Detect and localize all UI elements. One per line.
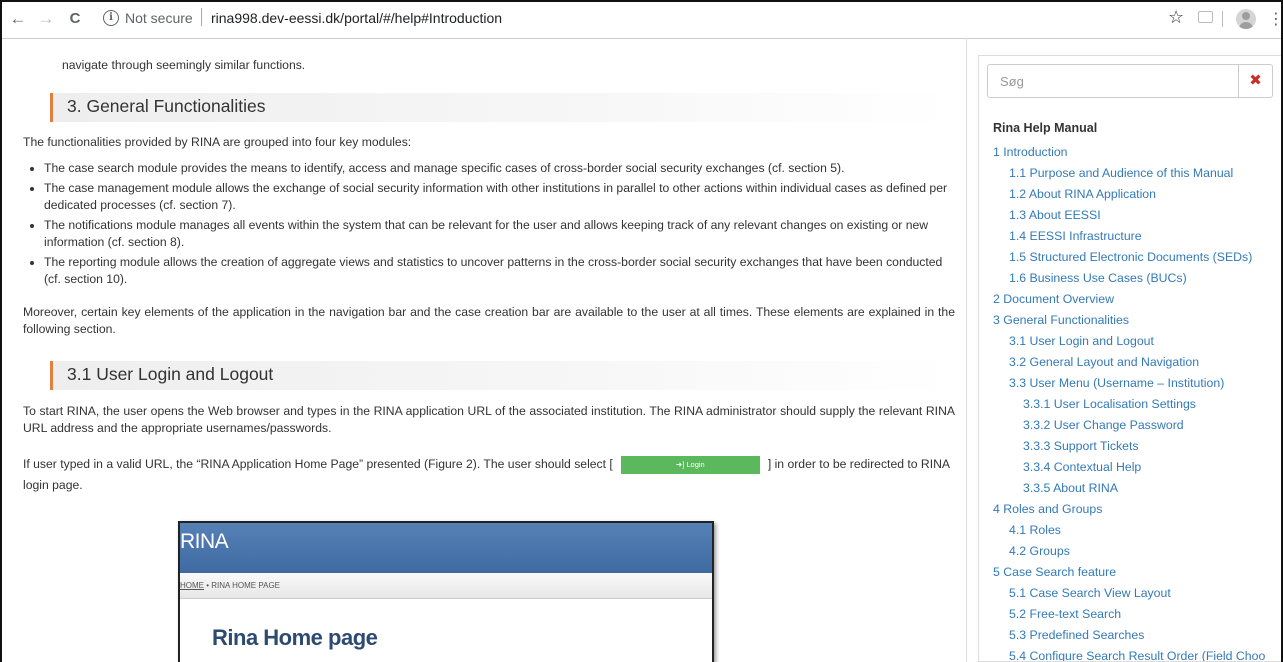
figure-crumb-home: HOME (180, 581, 204, 590)
toc-link[interactable]: 3.3 User Menu (Username – Institution) (993, 373, 1265, 394)
security-label[interactable]: Not secure (125, 10, 193, 26)
toc-link[interactable]: 3.3.2 User Change Password (993, 415, 1265, 436)
moreover-paragraph: Moreover, certain key elements of the ap… (23, 305, 955, 336)
toc-link[interactable]: 1 Introduction (993, 142, 1265, 163)
toc-link[interactable]: 3.3.5 About RINA (993, 478, 1265, 499)
login-paragraph: To start RINA, the user opens the Web br… (23, 404, 955, 435)
toolbar-separator (1222, 11, 1223, 27)
toc-link[interactable]: 3 General Functionalities (993, 310, 1265, 331)
figure-header: RINA (180, 523, 712, 573)
section-3-1-heading: 3.1 User Login and Logout (50, 361, 950, 390)
table-of-contents: 1 Introduction 1.1 Purpose and Audience … (993, 142, 1265, 661)
url-text[interactable]: rina998.dev-eessi.dk/portal/#/help#Intro… (211, 10, 502, 26)
toc-link[interactable]: 3.3.3 Support Tickets (993, 436, 1265, 457)
toc-title: Rina Help Manual (993, 121, 1098, 135)
figure-breadcrumb: HOME • RINA HOME PAGE (180, 573, 712, 599)
toc-link[interactable]: 4.2 Groups (993, 541, 1265, 562)
profile-avatar-icon[interactable] (1236, 9, 1256, 29)
figure-crumb-page: RINA HOME PAGE (211, 581, 281, 590)
browser-toolbar: ← → C i Not secure rina998.dev-eessi.dk/… (0, 0, 1283, 39)
list-item: The notifications module manages all eve… (44, 217, 959, 251)
list-item: The case search module provides the mean… (44, 160, 959, 177)
bookmark-star-icon[interactable]: ☆ (1168, 7, 1184, 28)
url-separator (201, 8, 202, 26)
toc-link[interactable]: 2 Document Overview (993, 289, 1265, 310)
figure-title: Rina Home page (212, 625, 378, 650)
toc-link[interactable]: 4.1 Roles (993, 520, 1265, 541)
section-3-1-heading-text: 3.1 User Login and Logout (67, 364, 274, 384)
address-bar[interactable]: i Not secure rina998.dev-eessi.dk/portal… (103, 7, 1173, 31)
toc-link[interactable]: 4 Roles and Groups (993, 499, 1265, 520)
toc-link[interactable]: 3.3.4 Contextual Help (993, 457, 1265, 478)
toc-link[interactable]: 5.1 Case Search View Layout (993, 583, 1265, 604)
extension-icon[interactable] (1198, 11, 1213, 23)
select-login-paragraph: If user typed in a valid URL, the “RINA … (23, 454, 955, 496)
section-3-intro: The functionalities provided by RINA are… (23, 135, 412, 149)
rina-home-figure: RINA HOME • RINA HOME PAGE Rina Home pag… (178, 521, 714, 662)
toc-link[interactable]: 1.3 About EESSI (993, 205, 1265, 226)
section-3-heading: 3. General Functionalities (50, 93, 950, 122)
select-prefix-text: If user typed in a valid URL, the “RINA … (23, 457, 613, 471)
toc-link[interactable]: 5.3 Predefined Searches (993, 625, 1265, 646)
toc-link[interactable]: 1.2 About RINA Application (993, 184, 1265, 205)
toc-link[interactable]: 5.4 Configure Search Result Order (Field… (993, 646, 1265, 661)
browser-menu-icon[interactable]: ⋮ (1268, 9, 1283, 29)
reload-icon[interactable]: C (65, 9, 85, 29)
toc-link[interactable]: 1.6 Business Use Cases (BUCs) (993, 268, 1265, 289)
toc-link[interactable]: 1.1 Purpose and Audience of this Manual (993, 163, 1265, 184)
search-box: ✖ (987, 64, 1273, 98)
back-arrow-icon[interactable]: ← (8, 9, 28, 29)
toc-link[interactable]: 1.5 Structured Electronic Documents (SED… (993, 247, 1265, 268)
toc-link[interactable]: 3.1 User Login and Logout (993, 331, 1265, 352)
help-content: navigate through seemingly similar funct… (10, 38, 967, 662)
toc-link[interactable]: 3.3.1 User Localisation Settings (993, 394, 1265, 415)
help-sidebar: ✖ Rina Help Manual 1 Introduction 1.1 Pu… (978, 55, 1283, 662)
toc-link[interactable]: 5.2 Free-text Search (993, 604, 1265, 625)
list-item: The case management module allows the ex… (44, 180, 959, 214)
toc-link[interactable]: 5 Case Search feature (993, 562, 1265, 583)
figure-rina-logo: RINA (180, 530, 229, 553)
modules-list: The case search module provides the mean… (26, 160, 959, 291)
search-input[interactable] (988, 65, 1238, 97)
section-3-heading-text: 3. General Functionalities (67, 96, 266, 116)
toc-link[interactable]: 3.2 General Layout and Navigation (993, 352, 1265, 373)
clear-search-icon[interactable]: ✖ (1238, 65, 1272, 97)
forward-arrow-icon[interactable]: → (36, 9, 56, 29)
list-item: The reporting module allows the creation… (44, 254, 959, 288)
login-button-image: ➜] Login (620, 455, 760, 474)
toc-link[interactable]: 1.4 EESSI Infrastructure (993, 226, 1265, 247)
top-line-text: navigate through seemingly similar funct… (62, 58, 306, 72)
info-icon[interactable]: i (103, 10, 119, 26)
